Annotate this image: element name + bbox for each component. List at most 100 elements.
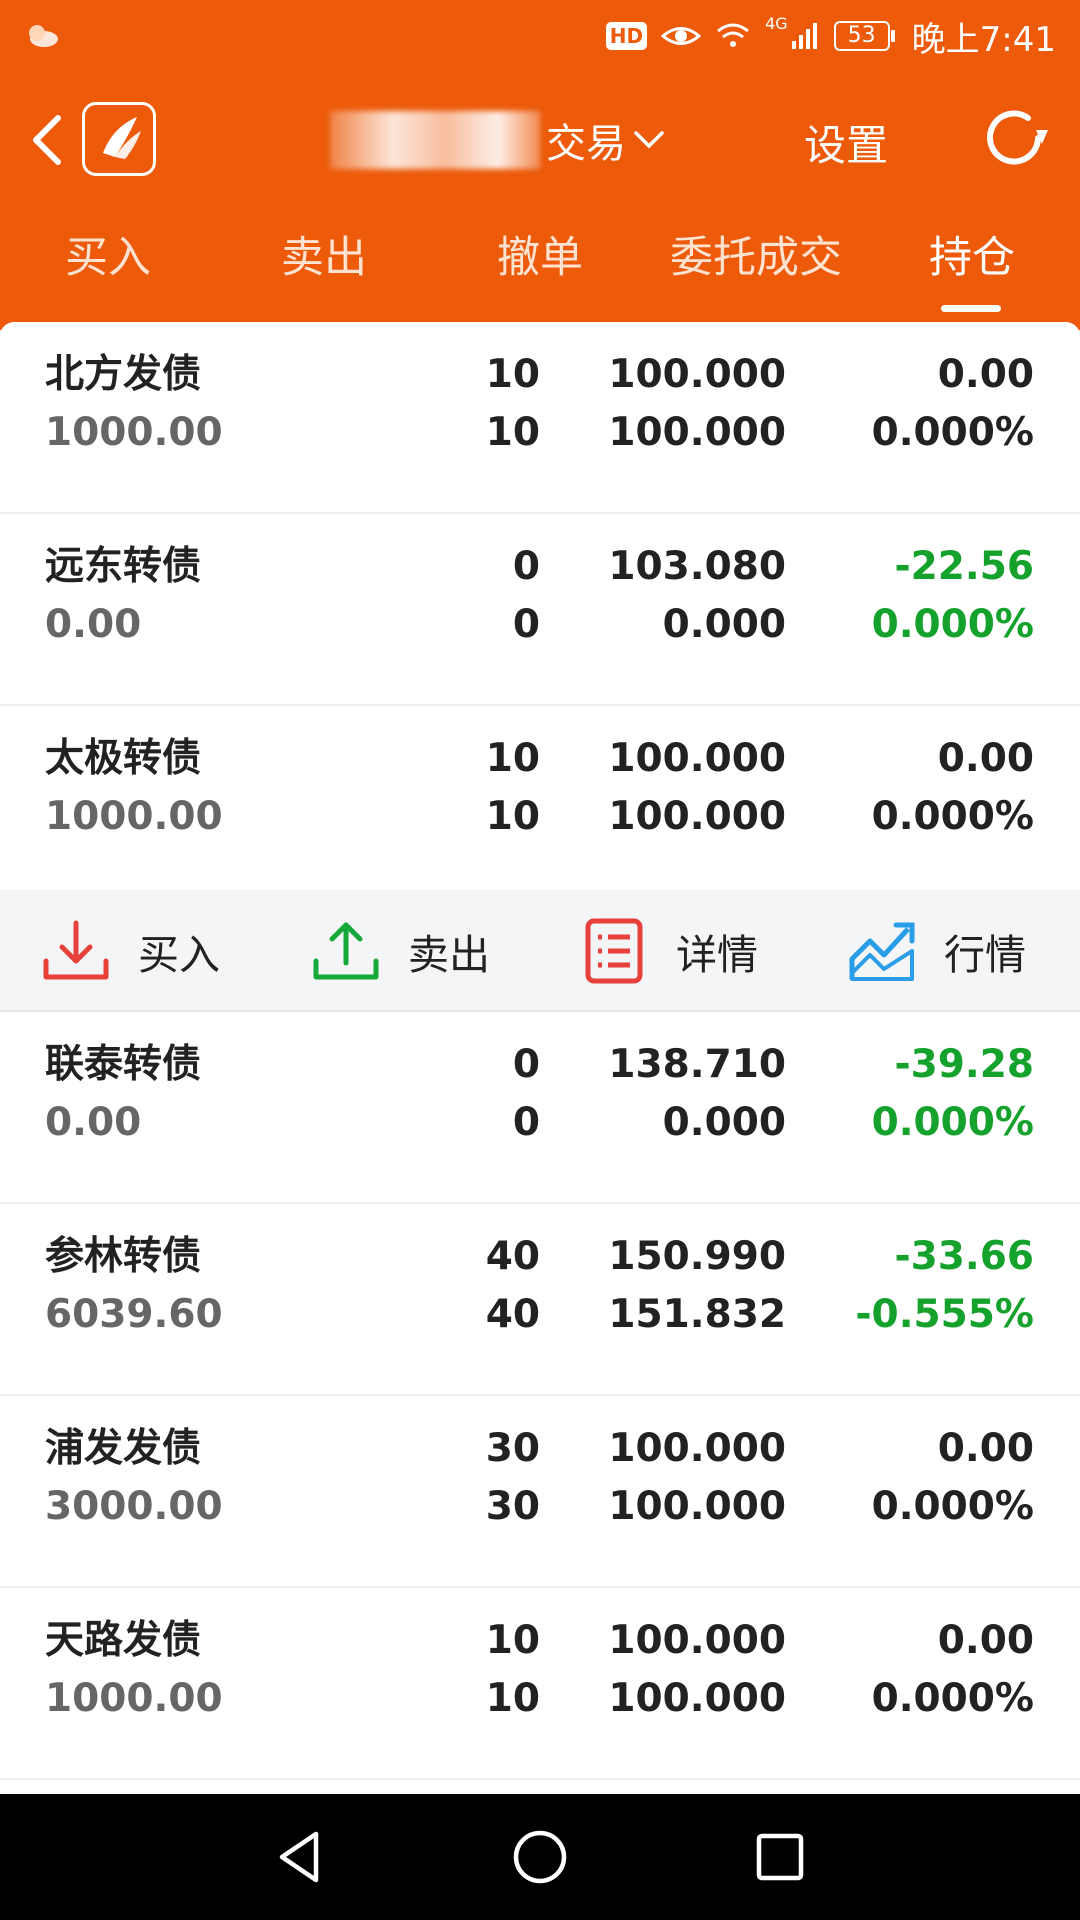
cost-price: 151.832 <box>608 1292 786 1337</box>
profit-loss-pct: 0.000% <box>871 1484 1034 1529</box>
page-title: 交易 <box>546 121 626 167</box>
tab-holdings[interactable]: 持仓 <box>864 228 1080 288</box>
back-icon[interactable] <box>26 112 66 168</box>
tab-buy[interactable]: 买入 <box>0 228 216 288</box>
action-market-button[interactable]: 行情 <box>846 890 1026 1012</box>
market-value: 6039.60 <box>45 1292 223 1337</box>
position-qty: 10 <box>485 736 540 781</box>
profit-loss: 0.00 <box>937 1618 1034 1663</box>
action-buy-button[interactable]: 买入 <box>40 890 220 1012</box>
system-nav-bar <box>0 1794 1080 1920</box>
network-type: 4G <box>765 14 788 33</box>
holding-row[interactable]: 远东转债 0.00 0 0 103.080 0.000 -22.56 0.000… <box>0 514 1080 706</box>
tab-orders-trades[interactable]: 委托成交 <box>648 228 864 288</box>
chart-icon <box>849 922 915 981</box>
weather-icon <box>22 18 60 58</box>
market-value: 3000.00 <box>45 1484 223 1529</box>
bond-name: 北方发债 <box>45 352 202 397</box>
current-price: 138.710 <box>608 1042 786 1087</box>
tab-sell[interactable]: 卖出 <box>216 228 432 288</box>
profit-loss-pct: 0.000% <box>871 602 1034 647</box>
broker-logo <box>82 102 156 176</box>
available-qty: 10 <box>485 794 540 839</box>
hd-badge: HD <box>605 22 648 50</box>
available-qty: 0 <box>512 1100 540 1145</box>
position-qty: 0 <box>512 544 540 589</box>
signal-icon <box>791 23 817 49</box>
position-qty: 10 <box>485 352 540 397</box>
download-icon <box>43 920 109 980</box>
cost-price: 0.000 <box>662 602 786 647</box>
wifi-icon <box>717 23 749 47</box>
holdings-list: 北方发债 1000.00 10 10 100.000 100.000 0.00 … <box>0 322 1080 1794</box>
profit-loss: -33.66 <box>894 1234 1034 1279</box>
action-label: 买入 <box>138 931 220 979</box>
available-qty: 10 <box>485 410 540 455</box>
profit-loss: 0.00 <box>937 352 1034 397</box>
holding-row[interactable]: 天路发债 1000.00 10 10 100.000 100.000 0.00 … <box>0 1588 1080 1780</box>
nav-recents-icon[interactable] <box>747 1824 813 1890</box>
profit-loss-pct: -0.555% <box>855 1292 1034 1337</box>
status-bar: HD 4G 53 晚上7:41 <box>0 0 1080 72</box>
cost-price: 100.000 <box>608 794 786 839</box>
market-value: 1000.00 <box>45 794 223 839</box>
holding-row[interactable]: 参林转债 6039.60 40 40 150.990 151.832 -33.6… <box>0 1204 1080 1396</box>
position-qty: 10 <box>485 1618 540 1663</box>
bond-name: 太极转债 <box>45 736 202 781</box>
current-price: 103.080 <box>608 544 786 589</box>
chevron-down-icon <box>634 131 664 149</box>
bond-name: 天路发债 <box>45 1618 202 1663</box>
app-header: HD 4G 53 晚上7:41 交易 设置 买入 卖出 撤单 委托成交 持仓 <box>0 0 1080 330</box>
trade-tabs: 买入 卖出 撤单 委托成交 持仓 <box>0 228 1080 318</box>
row-action-bar: 买入 卖出 详情 行情 <box>0 890 1080 1012</box>
action-label: 详情 <box>676 931 758 979</box>
position-qty: 30 <box>485 1426 540 1471</box>
profit-loss-pct: 0.000% <box>871 410 1034 455</box>
settings-button[interactable]: 设置 <box>804 112 888 173</box>
nav-back-icon[interactable] <box>268 1824 334 1890</box>
tab-cancel-order[interactable]: 撤单 <box>432 228 648 288</box>
active-tab-indicator <box>941 305 1001 312</box>
profit-loss-pct: 0.000% <box>871 1676 1034 1721</box>
action-label: 行情 <box>944 931 1026 979</box>
current-price: 100.000 <box>608 736 786 781</box>
cost-price: 0.000 <box>662 1100 786 1145</box>
bond-name: 远东转债 <box>45 544 202 589</box>
current-price: 100.000 <box>608 1618 786 1663</box>
market-value: 0.00 <box>45 602 142 647</box>
cost-price: 100.000 <box>608 1484 786 1529</box>
current-price: 150.990 <box>608 1234 786 1279</box>
profit-loss: -22.56 <box>894 544 1034 589</box>
account-switcher[interactable]: 交易 <box>330 108 666 172</box>
action-label: 卖出 <box>408 931 490 979</box>
holding-row[interactable]: 浦发发债 3000.00 30 30 100.000 100.000 0.00 … <box>0 1396 1080 1588</box>
nav-home-icon[interactable] <box>507 1824 573 1890</box>
bond-name: 参林转债 <box>45 1234 202 1279</box>
available-qty: 30 <box>485 1484 540 1529</box>
holding-row[interactable]: 联泰转债 0.00 0 0 138.710 0.000 -39.28 0.000… <box>0 1012 1080 1204</box>
market-value: 1000.00 <box>45 410 223 455</box>
cost-price: 100.000 <box>608 1676 786 1721</box>
position-qty: 0 <box>512 1042 540 1087</box>
cost-price: 100.000 <box>608 410 786 455</box>
eye-icon <box>661 27 702 45</box>
profit-loss-pct: 0.000% <box>871 1100 1034 1145</box>
current-price: 100.000 <box>608 352 786 397</box>
available-qty: 10 <box>485 1676 540 1721</box>
holding-row[interactable]: 北方发债 1000.00 10 10 100.000 100.000 0.00 … <box>0 322 1080 514</box>
profit-loss-pct: 0.000% <box>871 794 1034 839</box>
battery-indicator: 53 <box>833 21 895 51</box>
action-sell-button[interactable]: 卖出 <box>310 890 490 1012</box>
profit-loss: -39.28 <box>894 1042 1034 1087</box>
bond-name: 浦发发债 <box>45 1426 202 1471</box>
available-qty: 40 <box>485 1292 540 1337</box>
action-details-button[interactable]: 详情 <box>578 890 758 1012</box>
bond-name: 联泰转债 <box>45 1042 202 1087</box>
holding-row-selected[interactable]: 太极转债 1000.00 10 10 100.000 100.000 0.00 … <box>0 706 1080 898</box>
current-price: 100.000 <box>608 1426 786 1471</box>
available-qty: 0 <box>512 602 540 647</box>
profit-loss: 0.00 <box>937 1426 1034 1471</box>
list-icon <box>585 918 643 984</box>
title-bar: 交易 设置 <box>0 90 1080 190</box>
refresh-icon[interactable] <box>976 100 1052 176</box>
